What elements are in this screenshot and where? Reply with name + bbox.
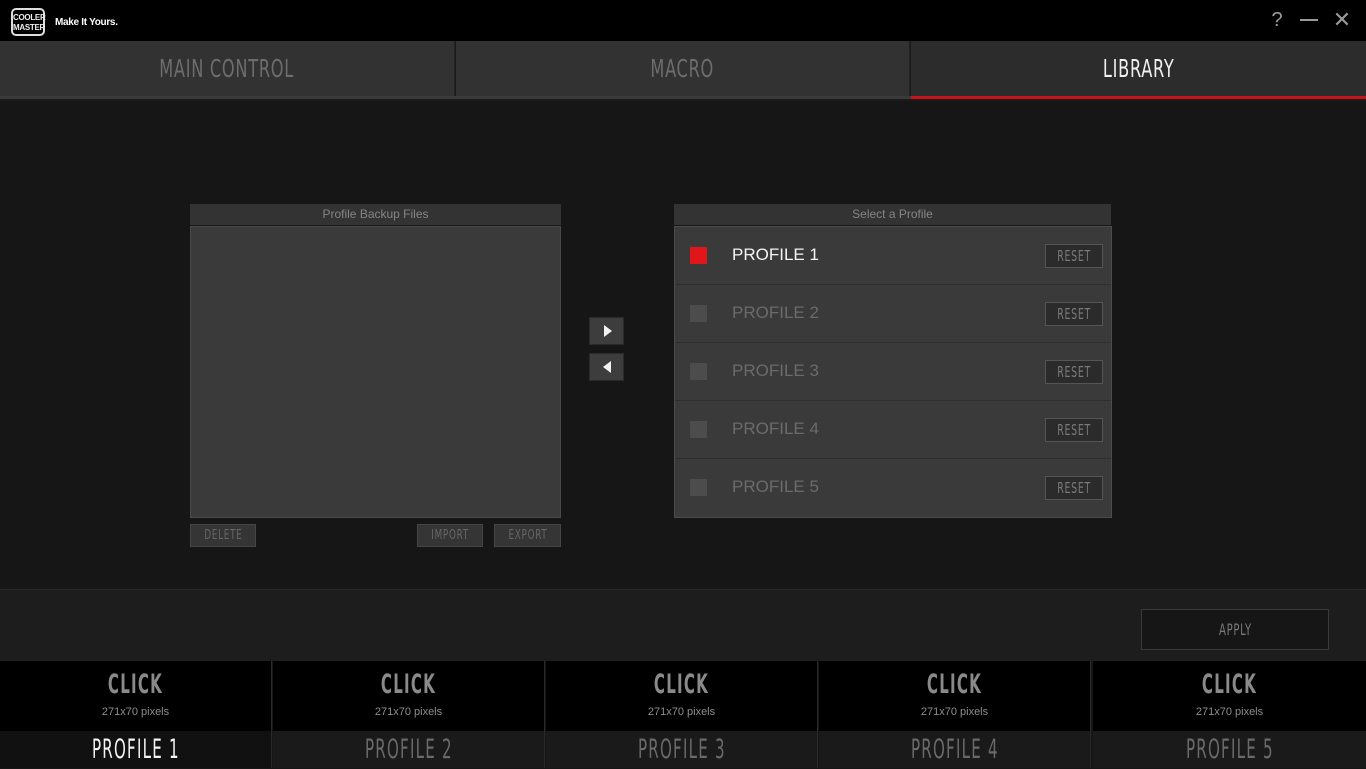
tab-main-control[interactable]: MAIN CONTROL — [0, 41, 455, 96]
profile-checkbox[interactable] — [690, 421, 707, 438]
profile-slot-1[interactable]: CLICK 271x70 pixels PROFILE 1 — [0, 661, 272, 768]
profile-checkbox[interactable] — [690, 363, 707, 380]
import-label: IMPORT — [431, 528, 469, 543]
delete-label: DELETE — [203, 528, 243, 543]
slot-dimensions: 271x70 pixels — [647, 706, 716, 718]
reset-button[interactable]: RESET — [1045, 476, 1103, 500]
profile-slot-2[interactable]: CLICK 271x70 pixels PROFILE 2 — [273, 661, 545, 768]
slot-profile-label: PROFILE 5 — [1093, 731, 1366, 768]
reset-label: RESET — [1057, 421, 1091, 439]
logo-text-line1: COOLER — [13, 13, 46, 22]
profile-row-1[interactable]: PROFILE 1 RESET — [675, 227, 1111, 285]
profile-name: PROFILE 5 — [732, 477, 819, 496]
title-bar: COOLER MASTER Make It Yours. ? ✕ — [0, 0, 1366, 41]
slot-click-text: CLICK — [653, 669, 710, 700]
import-button[interactable]: IMPORT — [417, 524, 483, 547]
profile-checkbox[interactable] — [690, 305, 707, 322]
profile-list: PROFILE 1 RESET PROFILE 2 RESET PROFILE … — [674, 226, 1112, 518]
slot-dimensions: 271x70 pixels — [1195, 706, 1264, 718]
export-button[interactable]: EXPORT — [494, 524, 561, 547]
reset-button[interactable]: RESET — [1045, 302, 1103, 326]
reset-label: RESET — [1057, 363, 1091, 381]
profile-name: PROFILE 2 — [732, 303, 819, 322]
profile-name: PROFILE 1 — [732, 245, 819, 264]
tab-label: LIBRARY — [1102, 54, 1175, 83]
profile-slot-5[interactable]: CLICK 271x70 pixels PROFILE 5 — [1093, 661, 1366, 768]
profile-slot-4[interactable]: CLICK 271x70 pixels PROFILE 4 — [819, 661, 1091, 768]
slot-click-text: CLICK — [1201, 669, 1258, 700]
profile-row-2[interactable]: PROFILE 2 RESET — [675, 285, 1111, 343]
profile-checkbox[interactable] — [690, 479, 707, 496]
profile-row-5[interactable]: PROFILE 5 RESET — [675, 459, 1111, 517]
slot-click-text: CLICK — [926, 669, 983, 700]
arrow-left-icon — [603, 361, 611, 373]
backup-files-list[interactable] — [190, 226, 561, 518]
minimize-icon — [1300, 19, 1318, 21]
slot-click-text: CLICK — [107, 669, 164, 700]
profile-name: PROFILE 4 — [732, 419, 819, 438]
profile-row-3[interactable]: PROFILE 3 RESET — [675, 343, 1111, 401]
delete-button[interactable]: DELETE — [190, 524, 256, 547]
reset-label: RESET — [1057, 247, 1091, 265]
active-tab-indicator — [911, 96, 1366, 99]
apply-button[interactable]: APPLY — [1141, 609, 1329, 650]
tab-macro[interactable]: MACRO — [456, 41, 910, 96]
reset-button[interactable]: RESET — [1045, 244, 1103, 268]
slot-dimensions: 271x70 pixels — [920, 706, 989, 718]
slot-profile-label: PROFILE 1 — [0, 731, 271, 768]
tab-bar: MAIN CONTROL MACRO LIBRARY — [0, 41, 1366, 101]
transfer-left-button[interactable] — [589, 353, 624, 381]
slot-profile-label: PROFILE 3 — [546, 731, 817, 768]
arrow-right-icon — [604, 325, 612, 337]
tab-label: MACRO — [650, 54, 715, 83]
close-button[interactable]: ✕ — [1330, 8, 1354, 32]
tab-label: MAIN CONTROL — [159, 54, 295, 83]
slot-click-text: CLICK — [380, 669, 437, 700]
profile-checkbox[interactable] — [690, 247, 707, 264]
slot-profile-label: PROFILE 2 — [273, 731, 544, 768]
minimize-button[interactable] — [1297, 8, 1321, 32]
apply-label: APPLY — [1218, 620, 1252, 639]
help-button[interactable]: ? — [1265, 8, 1289, 32]
profile-row-4[interactable]: PROFILE 4 RESET — [675, 401, 1111, 459]
export-label: EXPORT — [507, 528, 547, 543]
slot-dimensions: 271x70 pixels — [374, 706, 443, 718]
slot-dimensions: 271x70 pixels — [101, 706, 170, 718]
profile-name: PROFILE 3 — [732, 361, 819, 380]
profile-slot-3[interactable]: CLICK 271x70 pixels PROFILE 3 — [546, 661, 818, 768]
logo-text-line2: MASTER — [13, 23, 45, 32]
transfer-right-button[interactable] — [589, 317, 624, 345]
reset-button[interactable]: RESET — [1045, 360, 1103, 384]
backup-files-header: Profile Backup Files — [190, 204, 561, 225]
select-profile-header: Select a Profile — [674, 204, 1111, 225]
cooler-master-logo: COOLER MASTER — [11, 8, 46, 36]
reset-button[interactable]: RESET — [1045, 418, 1103, 442]
reset-label: RESET — [1057, 479, 1091, 497]
reset-label: RESET — [1057, 305, 1091, 323]
slot-profile-label: PROFILE 4 — [819, 731, 1090, 768]
tagline: Make It Yours. — [55, 17, 118, 28]
tab-library[interactable]: LIBRARY — [911, 41, 1366, 96]
